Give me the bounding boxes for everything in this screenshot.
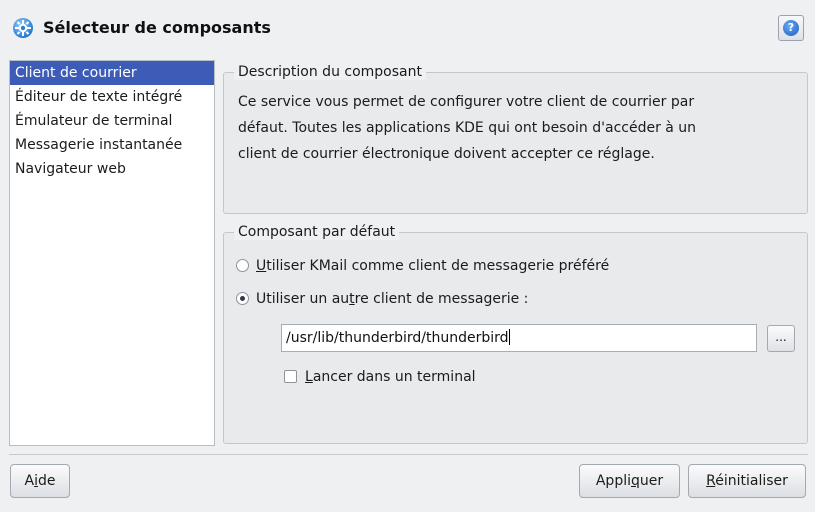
radio-use-other-client[interactable]: Utiliser un autre client de messagerie : <box>236 289 528 309</box>
path-value: /usr/lib/thunderbird/thunderbird <box>286 330 509 346</box>
help-button[interactable]: Aide <box>10 464 70 498</box>
description-line: client de courrier électronique doivent … <box>238 146 655 162</box>
default-component-legend: Composant par défaut <box>234 224 400 240</box>
list-item-editeur-de-texte[interactable]: Éditeur de texte intégré <box>10 85 214 109</box>
description-line: défaut. Toutes les applications KDE qui … <box>238 120 697 136</box>
radio-button-checked[interactable] <box>236 292 249 305</box>
button-label: Appli <box>595 473 631 489</box>
mail-client-path-input[interactable]: /usr/lib/thunderbird/thunderbird <box>281 324 757 352</box>
radio-label: re client de messagerie : <box>354 291 529 307</box>
button-label: uer <box>639 473 664 489</box>
reset-button[interactable]: Réinitialiser <box>688 464 806 498</box>
gear-component-icon <box>13 18 33 38</box>
title-bar: Sélecteur de composants ? <box>0 0 815 58</box>
radio-button[interactable] <box>236 259 249 272</box>
mnemonic: L <box>305 369 313 385</box>
button-label: de <box>37 473 56 489</box>
mnemonic: q <box>631 473 640 489</box>
checkbox[interactable] <box>284 370 297 383</box>
list-item-client-de-courrier[interactable]: Client de courrier <box>10 61 214 85</box>
radio-label: Utiliser un au <box>256 291 350 307</box>
help-question-icon: ? <box>783 20 799 36</box>
radio-use-kmail[interactable]: Utiliser KMail comme client de messageri… <box>236 256 609 276</box>
mnemonic: R <box>706 473 716 489</box>
checkbox-run-in-terminal[interactable]: Lancer dans un terminal <box>284 367 476 387</box>
help-icon-button[interactable]: ? <box>778 15 804 41</box>
default-component-group: Composant par défaut Utiliser KMail comm… <box>223 224 808 444</box>
component-list[interactable]: Client de courrier Éditeur de texte inté… <box>9 60 215 446</box>
page-title: Sélecteur de composants <box>43 18 271 37</box>
description-group: Description du composant Ce service vous… <box>223 64 808 214</box>
button-label: éinitialiser <box>715 473 788 489</box>
description-legend: Description du composant <box>234 64 426 80</box>
list-item-emulateur-de-terminal[interactable]: Émulateur de terminal <box>10 109 214 133</box>
button-label: A <box>24 473 35 489</box>
description-text: Ce service vous permet de configurer vot… <box>238 89 798 167</box>
list-item-navigateur-web[interactable]: Navigateur web <box>10 157 214 181</box>
description-line: Ce service vous permet de configurer vot… <box>238 94 695 110</box>
mnemonic: U <box>256 258 267 274</box>
radio-label: tiliser KMail comme client de messagerie… <box>266 258 610 274</box>
browse-button[interactable]: ... <box>767 325 795 352</box>
apply-button[interactable]: Appliquer <box>579 464 680 498</box>
list-item-messagerie-instantanee[interactable]: Messagerie instantanée <box>10 133 214 157</box>
divider <box>9 454 808 455</box>
checkbox-label: ancer dans un terminal <box>312 369 476 385</box>
text-caret <box>508 329 510 345</box>
